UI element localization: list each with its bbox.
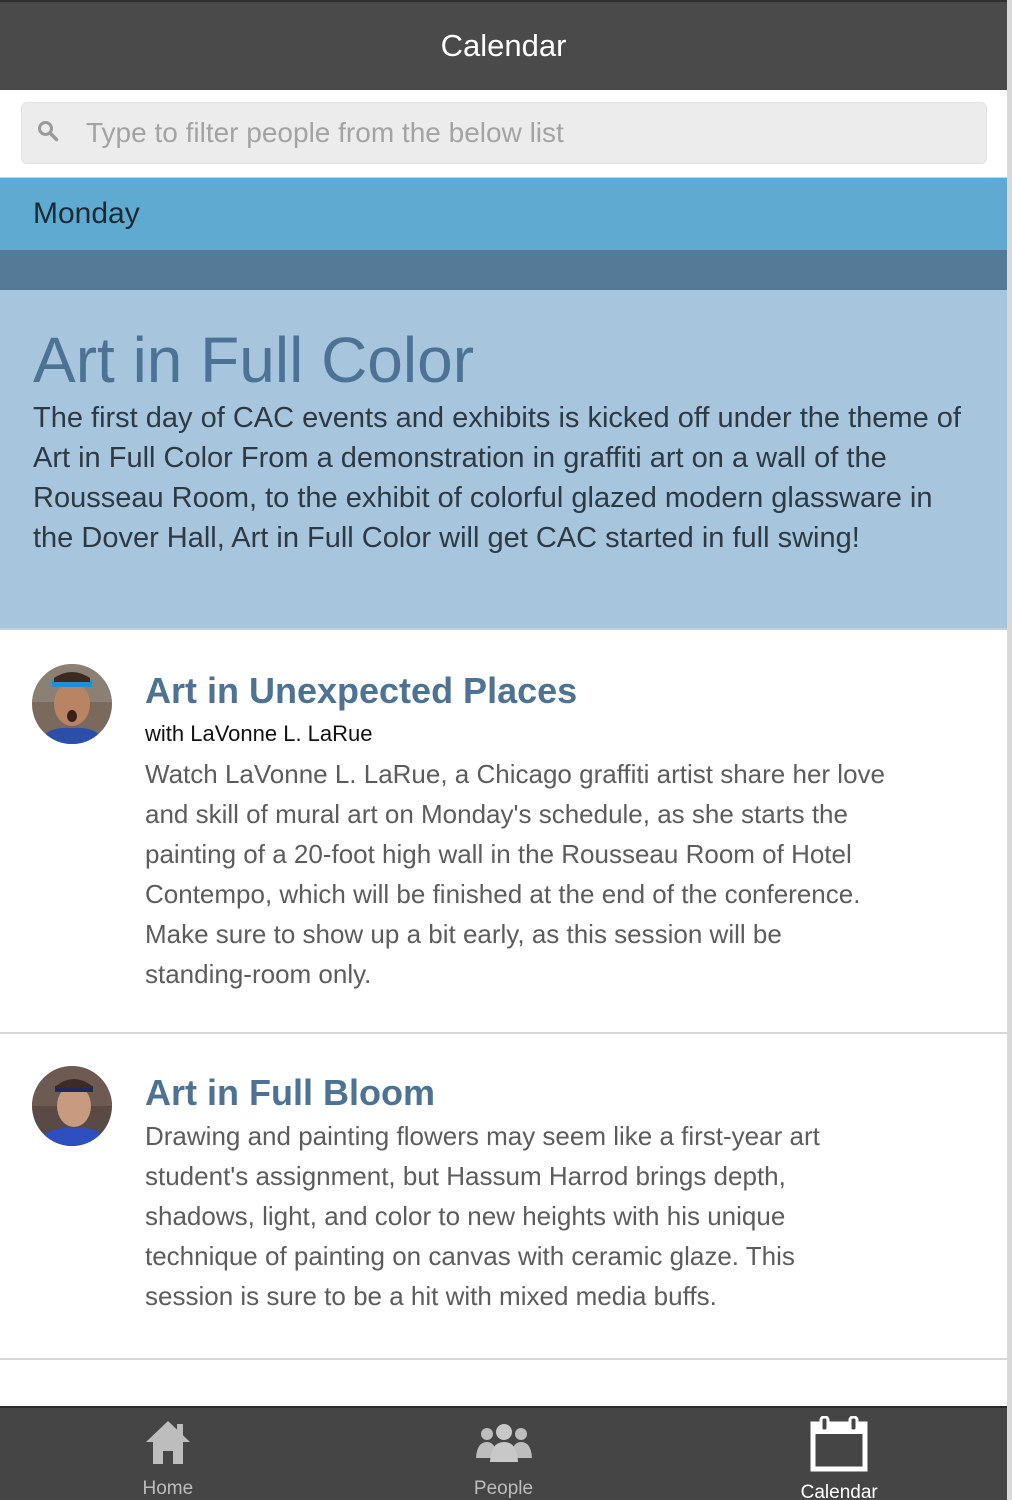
top-header: Calendar [0,0,1007,90]
session-title[interactable]: Art in Unexpected Places [145,670,890,712]
calendar-icon [810,1416,868,1472]
search-bar-container [0,90,1007,178]
tab-label: Home [142,1478,194,1499]
people-icon [474,1418,534,1466]
window-edge [1007,0,1012,1500]
theme-description: The first day of CAC events and exhibits… [33,402,961,554]
next-session-peek: Still Li [0,1360,1007,1410]
tab-people[interactable]: People [336,1408,672,1500]
day-header: Monday [0,178,1007,250]
session-body: Art in Full Bloom Drawing and painting f… [145,1072,890,1316]
session-speaker: with LaVonne L. LaRue [145,721,373,746]
session-item[interactable]: Art in Full Bloom Drawing and painting f… [0,1034,1007,1360]
avatar [32,1066,112,1146]
tab-label: People [473,1478,534,1499]
page-title: Calendar [440,28,567,63]
session-item[interactable]: Art in Unexpected Places with LaVonne L.… [0,632,1007,1034]
search-input[interactable] [82,103,970,163]
day-subheader-bar [0,250,1007,290]
session-title[interactable]: Art in Full Bloom [145,1072,890,1114]
theme-title: Art in Full Color [33,324,474,396]
search-icon [37,120,59,142]
tab-home[interactable]: Home [0,1408,336,1500]
app-screen: Calendar Monday Art in Full Color The fi… [0,0,1012,1500]
bottom-tab-bar: Home People Calendar [0,1406,1007,1500]
session-description: Watch LaVonne L. LaRue, a Chicago graffi… [145,759,885,989]
session-body: Art in Unexpected Places with LaVonne L.… [145,670,890,994]
day-label: Monday [33,197,140,230]
search-box[interactable] [21,102,987,164]
home-icon [143,1418,193,1466]
avatar [32,664,112,744]
theme-section: Art in Full Color The first day of CAC e… [0,290,1007,630]
session-description: Drawing and painting flowers may seem li… [145,1121,820,1311]
tab-calendar[interactable]: Calendar [671,1408,1007,1500]
tab-label: Calendar [800,1482,878,1500]
